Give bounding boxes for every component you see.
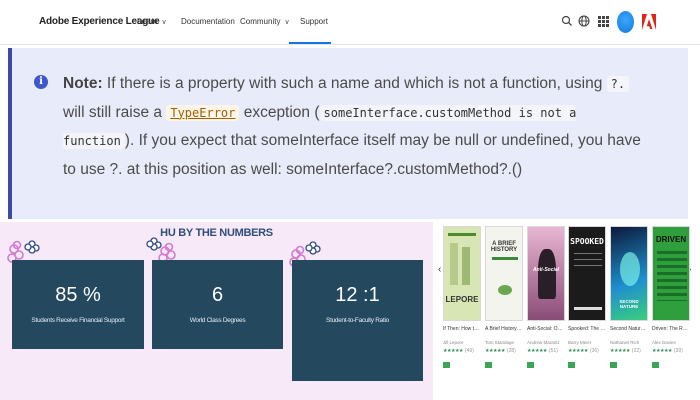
book-cover[interactable]: SPOOKED [568, 226, 606, 321]
stat-value: 12 :1 [335, 284, 380, 306]
rating-count: (39) [673, 348, 683, 354]
hu-numbers-section: HU BY THE NUMBERS 85 % Students Receive … [0, 222, 433, 400]
book-cover[interactable]: SECOND NATURE [610, 226, 648, 321]
rating-stars: ★★★★★ (51) [527, 348, 565, 354]
stat-label: Student-to-Faculty Ratio [326, 317, 389, 324]
rating-stars: ★★★★★ (28) [485, 348, 523, 354]
book-item[interactable]: SPOOKED Spooked: The Trump Dossier, Blac… [568, 226, 606, 368]
stat-label: World Class Degrees [189, 317, 246, 324]
stat-value: 6 [211, 284, 224, 306]
stat-card-financial-support: 85 % Students Receive Financial Support [12, 260, 144, 349]
book-title[interactable]: Second Nature: Scenes from a World Remad… [610, 326, 648, 339]
nav-support[interactable]: Support [300, 17, 328, 26]
top-navigation: Adobe Experience League Learn ∨ Documenta… [0, 0, 700, 45]
note-text-3: exception ( [239, 103, 320, 121]
cover-title: Anti-Social [532, 267, 560, 273]
cover-title: SPOOKED [570, 237, 604, 246]
badge-icon [527, 362, 534, 368]
book-author: Tom Standage [485, 340, 515, 345]
stars: ★★★★★ [568, 348, 588, 354]
nav-support-label: Support [300, 17, 329, 26]
nav-community-label: Community [240, 17, 281, 26]
book-title[interactable]: If Then: How the Simulmatics... [443, 326, 481, 339]
cover-title: A BRIEF HISTORY [490, 241, 518, 253]
badge-icon [610, 362, 617, 368]
stat-card-faculty-ratio: 12 :1 Student-to-Faculty Ratio [292, 260, 423, 381]
badge-icon [652, 362, 659, 368]
rating-count: (28) [506, 348, 516, 354]
stars: ★★★★★ [610, 348, 630, 354]
active-tab-indicator [289, 42, 331, 44]
rating-stars: ★★★★★ (49) [443, 348, 481, 354]
nav-documentation[interactable]: Documentation [181, 17, 235, 26]
nav-learn[interactable]: Learn ∨ [137, 17, 167, 26]
globe-icon[interactable] [577, 14, 591, 28]
code-optional-chaining: ?. [606, 76, 630, 92]
book-carousel: ‹ › LEPORE If Then: How the Simulmatics.… [433, 222, 700, 400]
note-label: Note: [63, 75, 103, 92]
nav-community[interactable]: Community ∨ [240, 17, 290, 26]
book-item[interactable]: SECOND NATURE Second Nature: Scenes from… [610, 226, 648, 368]
note-callout: i Note: If there is a property with such… [8, 48, 688, 219]
stars: ★★★★★ [527, 348, 547, 354]
book-cover[interactable]: DRIVEN [652, 226, 690, 321]
rating-count: (51) [548, 348, 558, 354]
book-author: Andrew Marantz [527, 340, 560, 345]
cover-title: SECOND NATURE [619, 299, 639, 309]
book-item[interactable]: LEPORE If Then: How the Simulmatics... J… [443, 226, 481, 368]
badge-icon [568, 362, 575, 368]
book-item[interactable]: DRIVEN Driven: The Race to Create the Au… [652, 226, 690, 368]
book-author: Alex Davies [652, 340, 676, 345]
apps-grid-icon[interactable] [596, 14, 610, 28]
stat-card-degrees: 6 World Class Degrees [152, 260, 283, 349]
rating-stars: ★★★★★ (36) [568, 348, 606, 354]
section-title: HU BY THE NUMBERS [160, 227, 273, 239]
book-author: Nathaniel Rich [610, 340, 640, 345]
rating-count: (49) [464, 348, 474, 354]
adobe-logo[interactable] [641, 12, 657, 32]
badge-icon [443, 362, 450, 368]
carousel-prev-button[interactable]: ‹ [438, 264, 441, 275]
rating-stars: ★★★★★ (22) [610, 348, 648, 354]
book-cover[interactable]: LEPORE [443, 226, 481, 321]
book-cover[interactable]: A BRIEF HISTORY [485, 226, 523, 321]
chevron-down-icon: ∨ [284, 19, 290, 26]
badge-icon [485, 362, 492, 368]
note-text-1: If there is a property with such a name … [102, 75, 607, 92]
book-title[interactable]: Driven: The Race to Create the Autonomou… [652, 326, 690, 339]
book-cover[interactable]: Anti-Social [527, 226, 565, 321]
rating-stars: ★★★★★ (39) [652, 348, 690, 354]
stars: ★★★★★ [443, 348, 463, 354]
note-text-2: will still raise a [63, 103, 167, 121]
typeerror-link[interactable]: TypeError [166, 104, 240, 121]
book-title[interactable]: Anti-Social: Online Extremists, Techno..… [527, 326, 565, 339]
nav-learn-label: Learn [137, 17, 158, 26]
chevron-down-icon: ∨ [161, 19, 167, 26]
book-author: Barry Meier [568, 340, 592, 345]
user-avatar[interactable] [617, 11, 634, 33]
stars: ★★★★★ [485, 348, 505, 354]
book-title[interactable]: A Brief History of Motion: From the... [485, 326, 523, 339]
book-item[interactable]: A BRIEF HISTORY A Brief History of Motio… [485, 226, 523, 368]
stars: ★★★★★ [652, 348, 672, 354]
info-icon: i [34, 75, 48, 89]
stat-label: Students Receive Financial Support [31, 317, 125, 324]
stat-value: 85 % [55, 284, 101, 306]
cover-title: LEPORE [445, 295, 479, 304]
cover-title: DRIVEN [655, 235, 687, 244]
book-title[interactable]: Spooked: The Trump Dossier, Black Cub... [568, 326, 606, 339]
note-text-4: ). If you expect that someInterface itse… [63, 132, 641, 178]
book-author: Jill Lepore [443, 340, 464, 345]
rating-count: (22) [631, 348, 641, 354]
nav-documentation-label: Documentation [181, 17, 235, 26]
book-item[interactable]: Anti-Social Anti-Social: Online Extremis… [527, 226, 565, 368]
rating-count: (36) [589, 348, 599, 354]
search-icon[interactable] [560, 14, 574, 28]
note-text: Note: If there is a property with such a… [63, 70, 653, 183]
